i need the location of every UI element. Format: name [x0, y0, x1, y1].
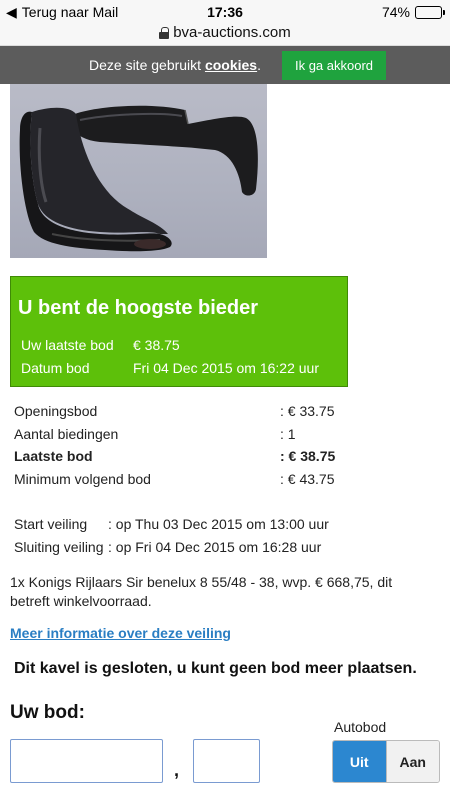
last-bid-label: Uw laatste bod — [21, 337, 114, 353]
last-bid-value: € 38.75 — [133, 337, 180, 353]
detail-label: Openingsbod — [14, 403, 98, 419]
detail-value: : € 38.75 — [280, 448, 336, 464]
cookie-message-suffix: . — [257, 57, 261, 73]
cookie-message: Deze site gebruikt cookies. — [89, 57, 261, 73]
detail-value: : 1 — [280, 425, 296, 442]
auction-end-value: : op Fri 04 Dec 2015 om 16:28 uur — [108, 539, 322, 555]
cookie-banner: Deze site gebruikt cookies. Ik ga akkoor… — [0, 46, 450, 84]
highest-bidder-panel: U bent de hoogste bieder Uw laatste bod … — [10, 276, 348, 387]
decimal-comma: , — [174, 760, 180, 780]
bid-date-row: Datum bod Fri 04 Dec 2015 om 16:22 uur — [21, 360, 319, 376]
lot-description: 1x Konigs Rijlaars Sir benelux 8 55/48 -… — [10, 574, 393, 609]
detail-label: Minimum volgend bod — [14, 470, 151, 487]
more-info-link[interactable]: Meer informatie over deze veiling — [10, 625, 231, 641]
auction-times: Start veiling : op Thu 03 Dec 2015 om 13… — [14, 516, 329, 562]
auction-end-row: Sluiting veiling : op Fri 04 Dec 2015 om… — [14, 539, 321, 562]
bid-date-value: Fri 04 Dec 2015 om 16:22 uur — [133, 360, 319, 376]
auction-end-label: Sluiting veiling — [14, 539, 104, 555]
highest-bidder-title: U bent de hoogste bieder — [18, 297, 259, 319]
autobod-off-button[interactable]: Uit — [333, 741, 386, 782]
detail-row-bid-count: Aantal biedingen : 1 — [14, 426, 434, 449]
autobod-toggle: Uit Aan — [332, 740, 440, 783]
lot-closed-message: Dit kavel is gesloten, u kunt geen bod m… — [14, 660, 417, 677]
bid-amount-input[interactable] — [10, 739, 163, 783]
lock-icon — [159, 27, 170, 39]
cookie-accept-button[interactable]: Ik ga akkoord — [282, 51, 386, 80]
detail-label: Laatste bod — [14, 448, 93, 464]
cookies-link[interactable]: cookies — [205, 57, 257, 73]
url-bar[interactable]: bva-auctions.com — [0, 24, 450, 46]
detail-value: : € 33.75 — [280, 403, 335, 419]
url-domain: bva-auctions.com — [173, 24, 291, 41]
bid-details-table: Openingsbod : € 33.75 Aantal biedingen :… — [14, 403, 434, 493]
battery-indicator: 74% — [381, 4, 445, 20]
last-bid-row: Uw laatste bod € 38.75 — [21, 337, 180, 353]
ios-status-bar: ◀ Terug naar Mail 17:36 74% — [0, 0, 450, 24]
detail-label: Aantal biedingen — [14, 425, 119, 442]
cookie-message-prefix: Deze site gebruikt — [89, 57, 205, 73]
auction-start-label: Start veiling — [14, 516, 88, 532]
bid-cents-input[interactable] — [193, 739, 260, 783]
detail-value: : € 43.75 — [280, 470, 335, 487]
auction-start-value: : op Thu 03 Dec 2015 om 13:00 uur — [108, 516, 329, 532]
bid-label: Uw bod: — [10, 702, 85, 723]
detail-row-min-next-bid: Minimum volgend bod : € 43.75 — [14, 471, 434, 494]
autobod-on-button[interactable]: Aan — [385, 741, 439, 782]
battery-icon — [415, 5, 445, 19]
bid-date-label: Datum bod — [21, 360, 90, 376]
detail-row-last-bid: Laatste bod : € 38.75 — [14, 448, 434, 471]
detail-row-opening: Openingsbod : € 33.75 — [14, 403, 434, 426]
autobod-label: Autobod — [334, 719, 387, 735]
riding-boots-image — [19, 105, 258, 252]
auction-start-row: Start veiling : op Thu 03 Dec 2015 om 13… — [14, 516, 329, 539]
product-image — [10, 84, 267, 258]
battery-percent: 74% — [381, 4, 410, 20]
